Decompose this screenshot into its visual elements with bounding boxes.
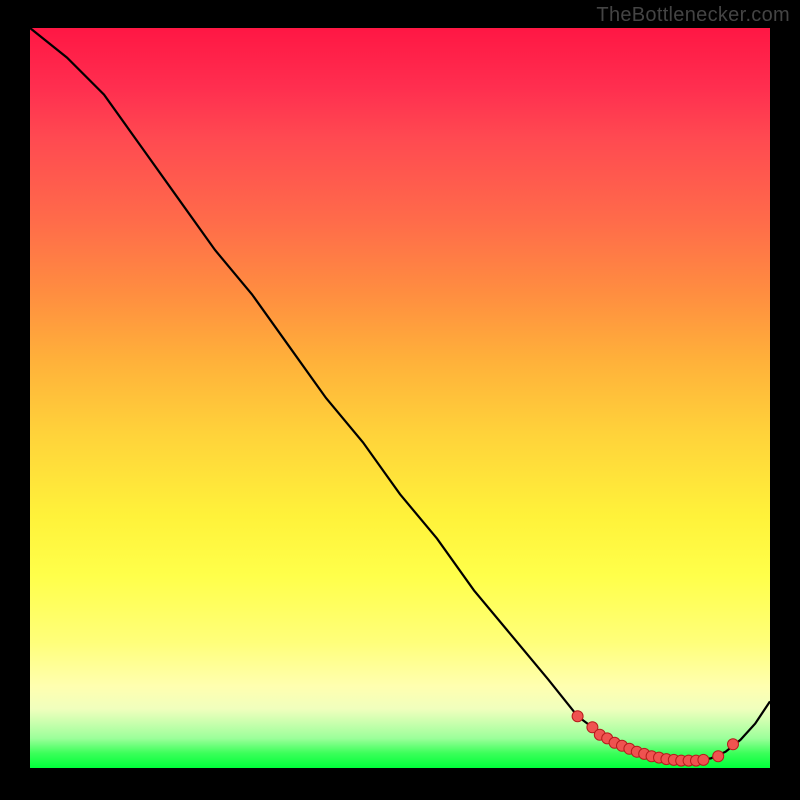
plot-area [30, 28, 770, 768]
curve-marker [728, 739, 739, 750]
curve-marker [698, 754, 709, 765]
chart-frame: TheBottlenecker.com [0, 0, 800, 800]
curve-markers [572, 711, 738, 766]
curve-marker [713, 751, 724, 762]
watermark-text: TheBottlenecker.com [596, 4, 790, 27]
curve-marker [572, 711, 583, 722]
bottleneck-curve [30, 28, 770, 761]
curve-svg [30, 28, 770, 768]
